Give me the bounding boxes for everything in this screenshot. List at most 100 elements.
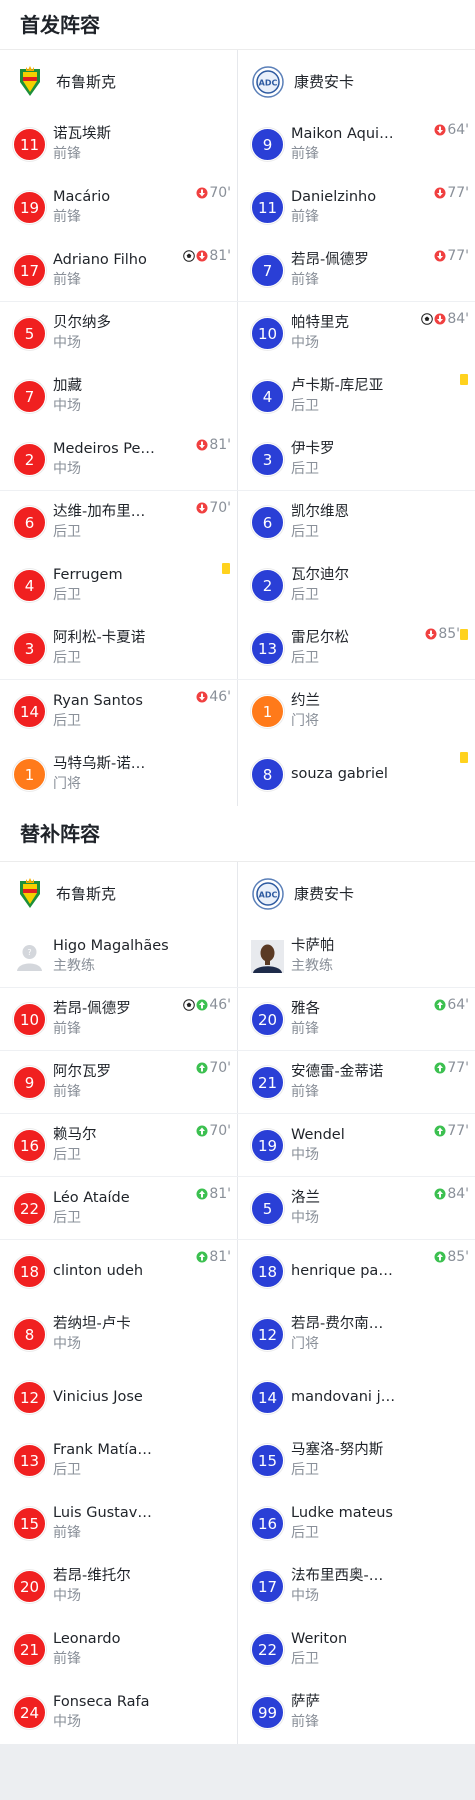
player-position: 前锋 [291, 1084, 319, 1100]
away-player[interactable]: 11 Danielzinho 前锋 77' [238, 176, 475, 239]
player-name: 若昂-维托尔 [53, 1568, 131, 1584]
home-player[interactable]: 2 Medeiros Pedro 中场 81' [0, 428, 237, 491]
away-player[interactable]: 4 卢卡斯-库尼亚 后卫 [238, 365, 475, 428]
player-name: 帕特里克 [291, 315, 349, 331]
player-events: 64' [434, 997, 469, 1013]
substitution-in-icon [434, 1251, 446, 1263]
event-minute: 84' [447, 1186, 469, 1202]
jersey-number: 13 [13, 1444, 46, 1477]
jersey-number: 6 [13, 506, 46, 539]
home-player[interactable]: 24 Fonseca Rafa 中场 [0, 1681, 237, 1744]
player-name: 达维-加布里… [53, 504, 146, 520]
home-player[interactable]: 21 Leonardo 前锋 [0, 1618, 237, 1681]
player-name: clinton udeh [53, 1263, 144, 1279]
starting-lineup-list: 11 诺瓦埃斯 前锋 9 Maikon Aquino 前锋 64' 19 Macário 前锋 70… [0, 113, 475, 806]
player-name: 贝尔纳多 [53, 315, 111, 331]
home-coach[interactable]: ? Higo Magalhães 主教练 [0, 925, 237, 988]
home-player[interactable]: 20 若昂-维托尔 中场 [0, 1555, 237, 1618]
away-player[interactable]: 12 若昂-费尔南… 门将 [238, 1303, 475, 1366]
player-name: Ludke mateus [291, 1505, 393, 1521]
player-events: 64' [434, 122, 469, 138]
away-player[interactable]: 20 雅各 前锋 64' [238, 988, 475, 1051]
player-name: 凯尔维恩 [291, 504, 349, 520]
subs-away-team-header[interactable]: ADC 康费安卡 [238, 862, 475, 925]
player-name: 阿利松-卡夏诺 [53, 630, 146, 646]
player-name: 萨萨 [291, 1694, 320, 1710]
home-player[interactable]: 1 马特乌斯-诺… 门将 [0, 743, 237, 806]
away-player[interactable]: 16 Ludke mateus 后卫 [238, 1492, 475, 1555]
yellow-card-icon [460, 628, 468, 640]
subs-home-team-header[interactable]: 布鲁斯克 [0, 862, 237, 925]
yellow-card-icon [460, 752, 468, 763]
home-player[interactable]: 15 Luis Gustavo … 前锋 [0, 1492, 237, 1555]
home-player[interactable]: 22 Léo Ataíde 后卫 81' [0, 1177, 237, 1240]
lineup-row: 24 Fonseca Rafa 中场 99 萨萨 前锋 [0, 1681, 475, 1744]
away-player[interactable]: 7 若昂-佩德罗 前锋 77' [238, 239, 475, 302]
player-position: 后卫 [53, 1147, 81, 1163]
player-name: Leonardo [53, 1631, 121, 1647]
jersey-number: 14 [251, 1381, 284, 1414]
away-player[interactable]: 6 凯尔维恩 后卫 [238, 491, 475, 554]
away-player[interactable]: 2 瓦尔迪尔 后卫 [238, 554, 475, 617]
jersey-number: 19 [13, 191, 46, 224]
event-minute: 64' [447, 997, 469, 1013]
away-player[interactable]: 22 Weriton 后卫 [238, 1618, 475, 1681]
player-name: 瓦尔迪尔 [291, 567, 349, 583]
event-minute: 81' [209, 1249, 231, 1265]
away-player[interactable]: 5 洛兰 中场 84' [238, 1177, 475, 1240]
substitution-out-icon [434, 250, 446, 262]
away-player[interactable]: 19 Wendel 中场 77' [238, 1114, 475, 1177]
home-team-logo-icon [20, 65, 40, 96]
player-events: 85' [425, 626, 469, 642]
substitution-out-icon [434, 313, 446, 325]
player-name: Léo Ataíde [53, 1190, 130, 1206]
player-position: 前锋 [291, 1021, 319, 1037]
jersey-number: 22 [251, 1633, 284, 1666]
home-team-header[interactable]: 布鲁斯克 [0, 50, 237, 113]
away-player[interactable]: 8 souza gabriel [238, 743, 475, 806]
lineup-row: 18 clinton udeh 81' 18 henrique paulo 85' [0, 1240, 475, 1303]
substitution-out-icon [196, 187, 208, 199]
away-player[interactable]: 10 帕特里克 中场 84' [238, 302, 475, 365]
away-player[interactable]: 99 萨萨 前锋 [238, 1681, 475, 1744]
home-player[interactable]: 13 Frank Matías … 后卫 [0, 1429, 237, 1492]
home-player[interactable]: 4 Ferrugem 后卫 [0, 554, 237, 617]
home-player[interactable]: 6 达维-加布里… 后卫 70' [0, 491, 237, 554]
away-player[interactable]: 15 马塞洛-努内斯 后卫 [238, 1429, 475, 1492]
player-name: 若昂-费尔南… [291, 1316, 384, 1332]
home-player[interactable]: 19 Macário 前锋 70' [0, 176, 237, 239]
home-player[interactable]: 11 诺瓦埃斯 前锋 [0, 113, 237, 176]
away-player[interactable]: 17 法布里西奥-… 中场 [238, 1555, 475, 1618]
lineup-row: 9 阿尔瓦罗 前锋 70' 21 安德雷-金蒂诺 前锋 77' [0, 1051, 475, 1114]
home-player[interactable]: 7 加藏 中场 [0, 365, 237, 428]
away-coach[interactable]: 卡萨帕 主教练 [238, 925, 475, 988]
away-player[interactable]: 14 mandovani joao [238, 1366, 475, 1429]
substitution-in-icon [434, 999, 446, 1011]
jersey-number: 1 [251, 695, 284, 728]
home-player[interactable]: 5 贝尔纳多 中场 [0, 302, 237, 365]
home-player[interactable]: 10 若昂-佩德罗 前锋 46' [0, 988, 237, 1051]
home-player[interactable]: 3 阿利松-卡夏诺 后卫 [0, 617, 237, 680]
home-player[interactable]: 9 阿尔瓦罗 前锋 70' [0, 1051, 237, 1114]
away-player[interactable]: 13 雷尼尔松 后卫 85' [238, 617, 475, 680]
substitution-out-icon [425, 628, 437, 640]
home-player[interactable]: 8 若纳坦-卢卡 中场 [0, 1303, 237, 1366]
home-player[interactable]: 12 Vinicius Jose [0, 1366, 237, 1429]
home-player[interactable]: 17 Adriano Filho 前锋 81' [0, 239, 237, 302]
away-player[interactable]: 21 安德雷-金蒂诺 前锋 77' [238, 1051, 475, 1114]
home-player[interactable]: 14 Ryan Santos 后卫 46' [0, 680, 237, 743]
away-player[interactable]: 3 伊卡罗 后卫 [238, 428, 475, 491]
away-team-header[interactable]: ADC 康费安卡 [238, 50, 475, 113]
away-player[interactable]: 1 约兰 门将 [238, 680, 475, 743]
player-name: 若纳坦-卢卡 [53, 1316, 131, 1332]
player-name: 赖马尔 [53, 1127, 97, 1143]
home-team-logo-icon [20, 877, 40, 908]
away-player[interactable]: 18 henrique paulo 85' [238, 1240, 475, 1303]
jersey-number: 17 [251, 1570, 284, 1603]
player-name: Maikon Aquino [291, 126, 396, 142]
away-player[interactable]: 9 Maikon Aquino 前锋 64' [238, 113, 475, 176]
player-position: 门将 [53, 776, 81, 792]
event-minute: 70' [209, 1123, 231, 1139]
home-player[interactable]: 16 赖马尔 后卫 70' [0, 1114, 237, 1177]
home-player[interactable]: 18 clinton udeh 81' [0, 1240, 237, 1303]
